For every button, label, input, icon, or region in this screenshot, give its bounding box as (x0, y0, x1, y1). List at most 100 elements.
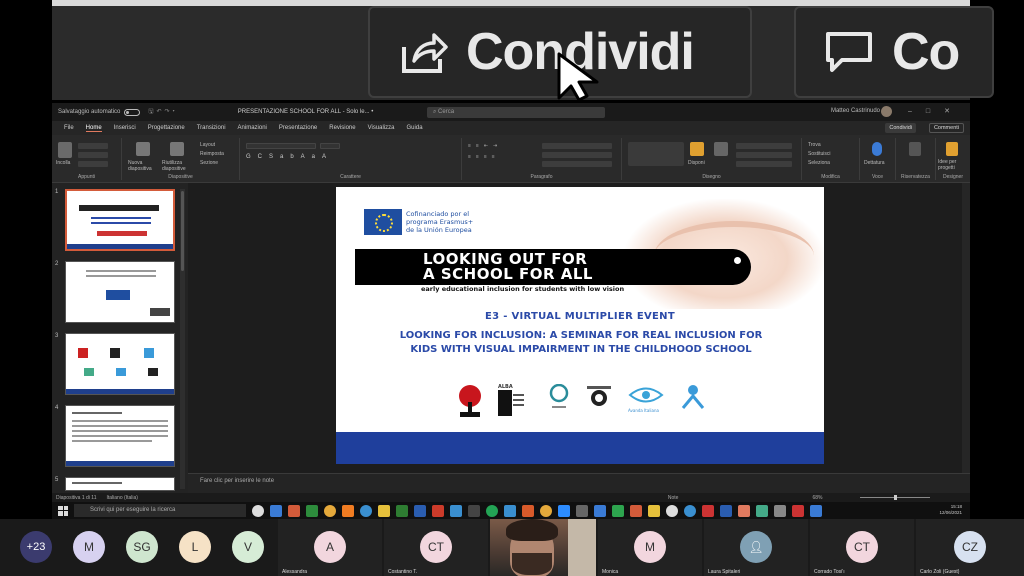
language-status[interactable]: Italiano (Italia) (107, 495, 138, 501)
reset-button[interactable]: Reimposta (200, 151, 224, 157)
notes-pane[interactable]: Fare clic per inserire le note (188, 473, 970, 493)
participant-tile[interactable]: M Monica (598, 519, 702, 576)
align-buttons[interactable]: ≡≡≡≡ (468, 154, 500, 160)
slide-thumbnail-3[interactable] (65, 333, 175, 395)
zoom-slider[interactable] (830, 495, 950, 500)
shape-outline-button[interactable] (736, 152, 792, 158)
zoomed-comments-button[interactable]: Co (794, 6, 994, 98)
format-painter-button[interactable] (78, 161, 108, 167)
participant-tile[interactable]: CT Corrado Tosi'ı (810, 519, 914, 576)
participant-tile[interactable]: A Alessandra (278, 519, 382, 576)
chrome-app-icon[interactable] (324, 504, 336, 517)
tab-insert[interactable]: Inserisci (114, 125, 136, 131)
tab-file[interactable]: File (64, 125, 74, 131)
share-button[interactable]: Condividi (885, 123, 916, 133)
tab-animations[interactable]: Animazioni (238, 125, 267, 131)
app-icon[interactable] (648, 504, 660, 517)
current-slide[interactable]: Cofinanciado por el programa Erasmus+ de… (336, 187, 824, 464)
participant-avatar[interactable]: M (73, 531, 105, 563)
app-icon[interactable] (630, 504, 642, 517)
app-icon[interactable] (702, 504, 714, 517)
font-size-select[interactable] (320, 143, 340, 149)
participant-avatar[interactable]: SG (126, 531, 158, 563)
design-ideas-icon[interactable] (946, 142, 958, 156)
tab-home[interactable]: Home (85, 125, 102, 132)
app-icon[interactable] (450, 504, 462, 517)
powerpoint-app-icon[interactable] (288, 504, 300, 517)
layout-button[interactable]: Layout (200, 142, 215, 148)
app-icon[interactable] (738, 504, 750, 517)
copy-button[interactable] (78, 152, 108, 158)
app-icon[interactable] (504, 504, 516, 517)
canvas-scrollbar[interactable] (962, 183, 970, 473)
autosave-toggle[interactable] (124, 108, 141, 116)
sensitivity-icon[interactable] (909, 142, 921, 156)
windows-start-icon[interactable] (58, 505, 68, 516)
select-button[interactable]: Seleziona (808, 160, 830, 166)
text-direction-button[interactable] (542, 143, 612, 149)
shapes-gallery[interactable] (628, 142, 684, 166)
app-icon[interactable] (432, 504, 444, 517)
search-input[interactable]: ⌕ Cerca (427, 107, 605, 118)
app-icon[interactable] (522, 504, 534, 517)
folder-app-icon[interactable] (378, 504, 390, 517)
app-icon[interactable] (576, 504, 588, 517)
reuse-slides-icon[interactable] (170, 142, 184, 156)
comments-button[interactable]: Commenti (928, 123, 964, 133)
word-app-icon[interactable] (414, 504, 426, 517)
app-icon[interactable] (684, 504, 696, 517)
participant-avatar[interactable]: V (232, 531, 264, 563)
app-icon[interactable] (774, 504, 786, 517)
spotify-app-icon[interactable] (486, 504, 498, 517)
taskbar-clock[interactable]: 15:18 12/06/2021 (939, 504, 962, 516)
participant-avatar[interactable]: L (179, 531, 211, 563)
zoom-app-icon[interactable] (558, 504, 570, 517)
user-avatar[interactable] (881, 106, 892, 117)
arrange-icon[interactable] (690, 142, 704, 156)
app-icon[interactable] (666, 504, 678, 517)
app-icon[interactable] (270, 504, 282, 517)
participant-tile[interactable]: CT Costantino T. (384, 519, 488, 576)
firefox-app-icon[interactable] (342, 504, 354, 517)
app-icon[interactable] (540, 504, 552, 517)
slide-thumbnail-2[interactable] (65, 261, 175, 323)
zoom-slider-knob[interactable] (894, 495, 897, 500)
app-icon[interactable] (792, 504, 804, 517)
participant-video[interactable] (490, 519, 596, 576)
tab-review[interactable]: Revisione (329, 125, 355, 131)
cut-button[interactable] (78, 143, 108, 149)
smartart-button[interactable] (542, 161, 612, 167)
more-participants-button[interactable]: +23 (20, 531, 52, 563)
shape-fill-button[interactable] (736, 143, 792, 149)
tab-slideshow[interactable]: Presentazione (279, 125, 317, 131)
participant-tile[interactable]: CZ Carlo Zoli (Guest) (916, 519, 1024, 576)
paste-icon[interactable] (58, 142, 72, 158)
app-icon[interactable] (612, 504, 624, 517)
tab-design[interactable]: Progettazione (148, 125, 185, 131)
app-icon[interactable] (720, 504, 732, 517)
app-icon[interactable] (594, 504, 606, 517)
quick-access-icons[interactable]: 🖫↶↷▾ (148, 107, 177, 117)
quick-styles-icon[interactable] (714, 142, 728, 156)
shape-effects-button[interactable] (736, 161, 792, 167)
slide-thumbnail-5[interactable] (65, 477, 175, 491)
window-controls[interactable]: –□✕ (908, 107, 964, 115)
app-icon[interactable] (810, 504, 822, 517)
new-slide-icon[interactable] (136, 142, 150, 156)
slide-thumbnail-4[interactable] (65, 405, 175, 467)
app-icon[interactable] (468, 504, 480, 517)
section-button[interactable]: Sezione (200, 160, 218, 166)
taskbar-search-input[interactable]: Scrivi qui per eseguire la ricerca (74, 504, 246, 517)
tab-help[interactable]: Guida (407, 125, 423, 131)
microphone-icon[interactable] (872, 142, 882, 156)
tab-view[interactable]: Visualizza (368, 125, 395, 131)
find-button[interactable]: Trova (808, 142, 821, 148)
app-icon[interactable] (756, 504, 768, 517)
edge-app-icon[interactable] (360, 504, 372, 517)
list-buttons[interactable]: ≡≡⇤⇥ (468, 143, 502, 149)
task-view-icon[interactable] (252, 504, 264, 517)
excel-app-icon[interactable] (396, 504, 408, 517)
align-text-button[interactable] (542, 152, 612, 158)
notes-toggle[interactable]: Note (668, 495, 679, 501)
zoom-level[interactable]: 68% (812, 495, 822, 501)
